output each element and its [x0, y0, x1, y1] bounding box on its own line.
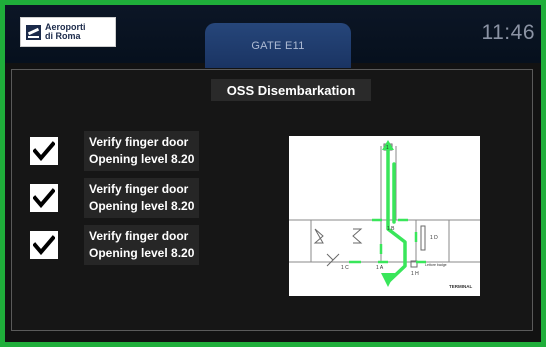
map-label-1d: 1 D: [430, 235, 438, 241]
map-label-top: 1: [386, 145, 389, 151]
logo-text: Aeroporti di Roma: [45, 23, 86, 41]
checklist-label-line-2: Opening level 8.20: [89, 152, 195, 166]
checkmark-icon: [33, 235, 55, 255]
tab-gate[interactable]: GATE E11: [205, 23, 351, 68]
checklist-label: Verify finger door Opening level 8.20: [84, 131, 200, 171]
gate-tab-label: GATE E11: [251, 39, 305, 52]
top-bar: Aeroporti di Roma GATE E11 11:46: [5, 5, 541, 68]
map-label-1h: 1 H: [411, 271, 419, 277]
checkbox[interactable]: [30, 184, 58, 212]
checkmark-icon: [33, 141, 55, 161]
map-legend-note: Lettore badge: [425, 263, 447, 267]
checklist-label: Verify finger door Opening level 8.20: [84, 178, 200, 218]
map-label-terminal: TERMINAL: [449, 284, 472, 289]
map-label-1a: 1 A: [376, 265, 384, 271]
checkbox[interactable]: [30, 231, 58, 259]
checklist-label-line-2: Opening level 8.20: [89, 199, 195, 213]
map-label-1b: 1 B: [387, 226, 395, 232]
gate-map: 1 1 B 1 D 1 C 1 A 1 H Lettore badge TERM…: [289, 136, 480, 296]
plane-logo-icon: [26, 24, 41, 40]
checklist-label-line-1: Verify finger door: [89, 182, 189, 196]
panel-title: OSS Disembarkation: [211, 79, 371, 101]
checklist-label-line-2: Opening level 8.20: [89, 246, 195, 260]
disembarkation-panel: OSS Disembarkation Verify finger door Op…: [11, 69, 533, 331]
aeroporti-logo: Aeroporti di Roma: [20, 17, 116, 47]
checklist-label-line-1: Verify finger door: [89, 229, 189, 243]
map-label-1c: 1 C: [341, 265, 349, 271]
checklist-label: Verify finger door Opening level 8.20: [84, 225, 200, 265]
panel-title-text: OSS Disembarkation: [226, 82, 356, 98]
logo-line-2: di Roma: [45, 31, 81, 41]
checkmark-icon: [33, 188, 55, 208]
gate-map-diagram: 1 1 B 1 D 1 C 1 A 1 H Lettore badge TERM…: [289, 140, 480, 289]
checkbox[interactable]: [30, 137, 58, 165]
checklist-item: Verify finger door Opening level 8.20: [30, 225, 200, 265]
checklist-item: Verify finger door Opening level 8.20: [30, 178, 200, 218]
clock: 11:46: [481, 21, 535, 44]
checklist-label-line-1: Verify finger door: [89, 135, 189, 149]
checklist-item: Verify finger door Opening level 8.20: [30, 131, 200, 171]
